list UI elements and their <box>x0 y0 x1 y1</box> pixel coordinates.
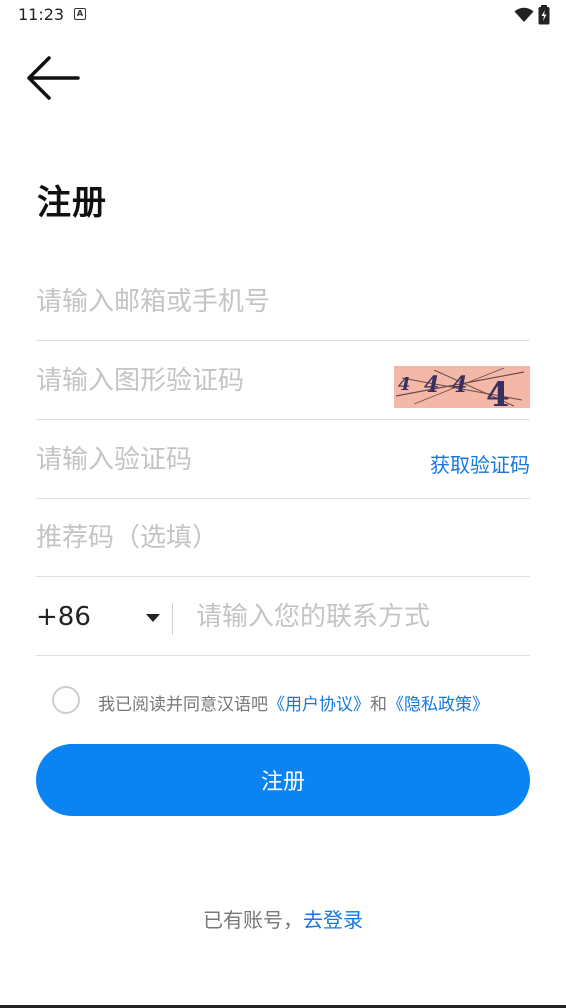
chevron-down-icon[interactable] <box>146 614 160 622</box>
svg-text:4: 4 <box>424 372 439 398</box>
login-prompt: 已有账号， <box>203 908 303 932</box>
privacy-link[interactable]: 《隐私政策》 <box>387 695 489 715</box>
captcha-input[interactable] <box>36 342 376 420</box>
back-button[interactable] <box>22 52 84 104</box>
captcha-image[interactable]: 4 4 4 4 <box>394 366 530 408</box>
status-time: 11:23 <box>18 5 65 24</box>
referral-field-row <box>36 499 530 577</box>
status-bar: 11:23 A <box>0 0 566 30</box>
agreement-text: 我已阅读并同意汉语吧《用户协议》和《隐私政策》 <box>98 690 489 715</box>
svg-text:4: 4 <box>452 372 467 398</box>
contact-input[interactable] <box>196 578 530 656</box>
login-row: 已有账号，去登录 <box>0 904 566 933</box>
svg-text:4: 4 <box>398 374 411 395</box>
wifi-icon <box>514 7 534 22</box>
agreement-conjunction: 和 <box>370 695 387 715</box>
get-code-button[interactable]: 获取验证码 <box>430 449 530 478</box>
svg-text:4: 4 <box>486 375 510 408</box>
agreement-checkbox[interactable] <box>52 686 80 714</box>
arrow-left-icon <box>27 56 80 100</box>
page-title: 注册 <box>37 183 107 223</box>
captcha-field-row: 4 4 4 4 <box>36 342 530 420</box>
captcha-graphic: 4 4 4 4 <box>394 366 530 408</box>
agreement-prefix: 我已阅读并同意汉语吧 <box>98 695 268 715</box>
account-field-row <box>36 263 530 341</box>
battery-icon <box>538 5 550 25</box>
register-button[interactable]: 注册 <box>36 744 530 816</box>
sms-code-input[interactable] <box>36 421 396 499</box>
contact-field-row: +86 <box>36 578 530 656</box>
country-code-divider <box>172 603 173 635</box>
notification-a-icon: A <box>74 8 86 20</box>
sms-code-field-row: 获取验证码 <box>36 421 530 499</box>
terms-link[interactable]: 《用户协议》 <box>268 695 370 715</box>
login-link[interactable]: 去登录 <box>303 908 363 932</box>
referral-code-input[interactable] <box>36 499 530 577</box>
account-input[interactable] <box>36 263 530 341</box>
country-code-select[interactable]: +86 <box>36 602 91 632</box>
agreement-row: 我已阅读并同意汉语吧《用户协议》和《隐私政策》 <box>52 686 530 718</box>
